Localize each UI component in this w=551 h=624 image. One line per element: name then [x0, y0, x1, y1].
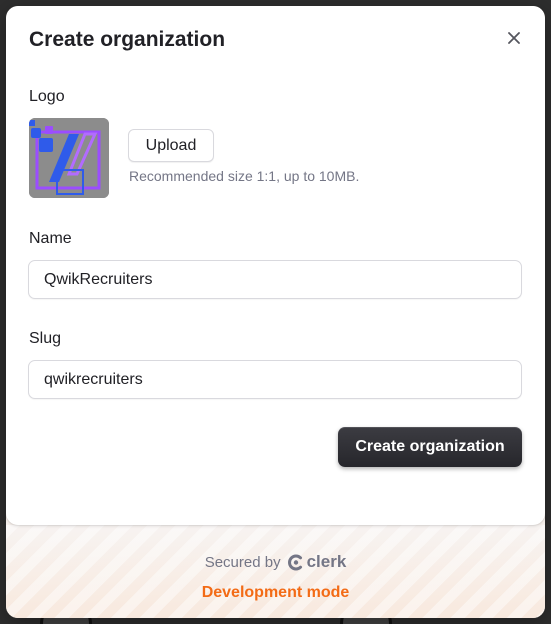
development-mode-badge: Development mode	[201, 584, 350, 601]
logo-image	[29, 118, 109, 198]
organization-logo-preview	[29, 118, 109, 198]
clerk-wordmark: clerk	[306, 552, 347, 571]
upload-logo-button[interactable]: Upload	[128, 129, 214, 162]
create-organization-button[interactable]: Create organization	[338, 427, 522, 467]
modal-card: Create organization Logo Upload Recommen…	[6, 6, 545, 525]
secured-by: Secured by clerk	[6, 552, 545, 572]
name-label: Name	[29, 230, 72, 247]
name-input[interactable]	[28, 260, 522, 299]
logo-label: Logo	[29, 88, 65, 105]
slug-input[interactable]	[28, 360, 522, 399]
close-button[interactable]	[502, 26, 526, 50]
slug-label: Slug	[29, 330, 62, 347]
logo-size-hint: Recommended size 1:1, up to 10MB.	[129, 168, 360, 184]
dialog-title: Create organization	[29, 28, 226, 51]
clerk-brand-link[interactable]: clerk	[287, 552, 347, 572]
secured-by-label: Secured by	[204, 553, 281, 571]
modal-footer: Secured by clerk Development mode	[6, 525, 545, 618]
create-organization-modal: Create organization Logo Upload Recommen…	[6, 6, 545, 618]
close-icon	[508, 32, 520, 44]
clerk-logo-icon	[287, 554, 302, 570]
